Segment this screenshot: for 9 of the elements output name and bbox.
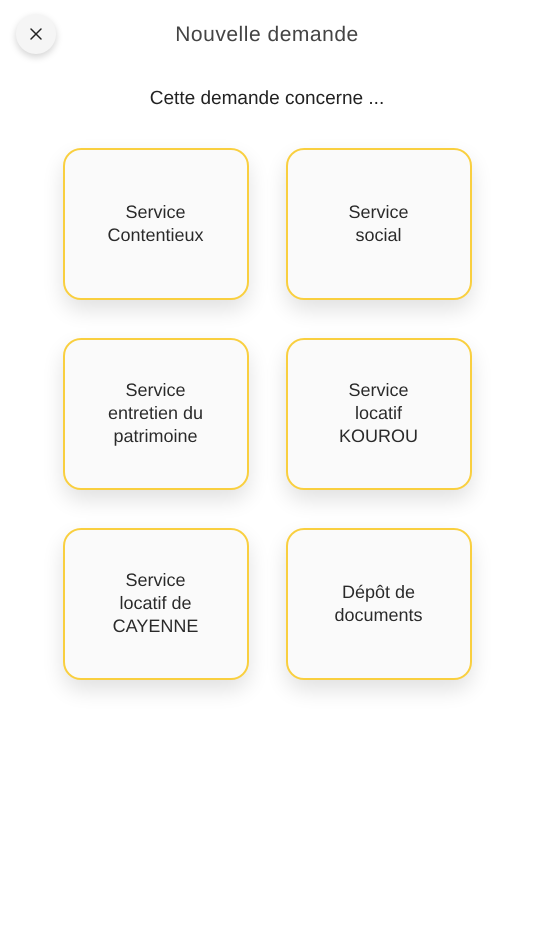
service-option-card[interactable]: Service locatif KOUROU xyxy=(286,338,472,490)
service-option-card[interactable]: Service entretien du patrimoine xyxy=(62,338,248,490)
service-option-card[interactable]: Service Contentieux xyxy=(62,148,248,300)
service-option-card[interactable]: Service locatif de CAYENNE xyxy=(62,528,248,680)
page-title: Nouvelle demande xyxy=(175,23,359,46)
service-option-card[interactable]: Dépôt de documents xyxy=(286,528,472,680)
prompt-text: Cette demande concerne ... xyxy=(150,88,384,109)
service-option-card[interactable]: Service social xyxy=(286,148,472,300)
close-button[interactable] xyxy=(16,14,56,54)
